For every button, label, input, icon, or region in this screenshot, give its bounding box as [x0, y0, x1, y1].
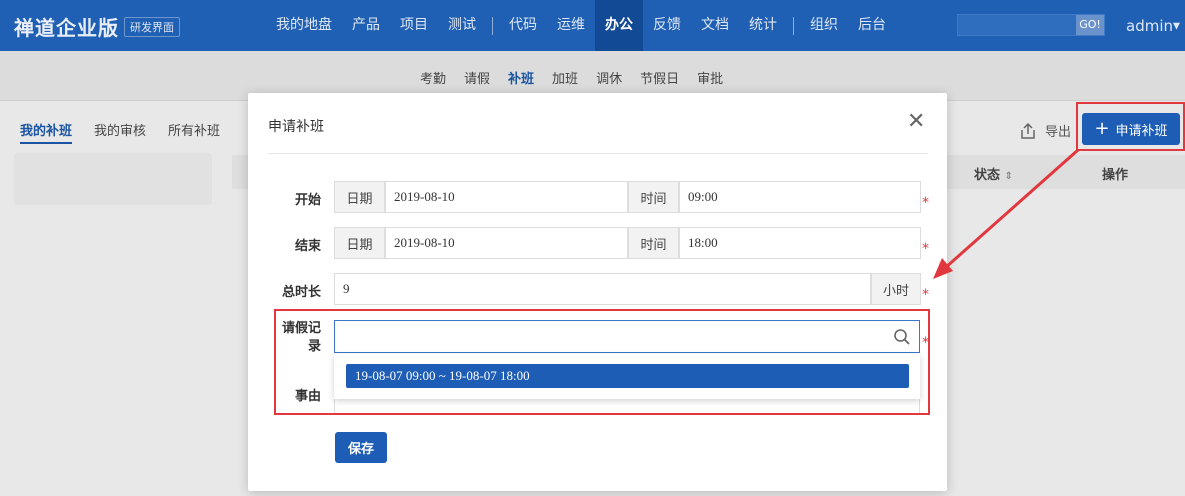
start-time-input[interactable]: 09:00: [679, 181, 921, 213]
status-column-header[interactable]: 状态 ⇕: [974, 164, 1013, 183]
user-name: admin: [1126, 17, 1173, 35]
subnav-item-approval[interactable]: 审批: [697, 68, 723, 87]
nav-item-project[interactable]: 项目: [390, 0, 438, 51]
top-navbar: 禅道企业版 研发界面 我的地盘 产品 项目 测试 代码 运维 办公 反馈 文档 …: [0, 0, 1185, 51]
nav-item-org[interactable]: 组织: [800, 0, 848, 51]
nav-item-product[interactable]: 产品: [342, 0, 390, 51]
tab-my-review[interactable]: 我的审核: [94, 120, 146, 144]
chevron-down-icon: ▼: [1173, 21, 1180, 32]
ops-column-header: 操作: [1102, 168, 1129, 183]
end-date-addon: 日期: [334, 227, 385, 259]
nav-item-admin[interactable]: 后台: [848, 0, 896, 51]
brand-logo[interactable]: 禅道企业版: [14, 12, 119, 41]
subnav-item-attendance[interactable]: 考勤: [420, 68, 446, 87]
end-date-input[interactable]: 2019-08-10: [385, 227, 628, 259]
start-time-addon: 时间: [628, 181, 679, 213]
status-header-label: 状态: [974, 168, 1001, 183]
annotation-highlight-box: [1076, 102, 1185, 151]
nav-item-stats[interactable]: 统计: [739, 0, 787, 51]
page-tabs: 我的补班 我的审核 所有补班: [20, 120, 220, 144]
duration-label: 总时长: [281, 285, 321, 300]
sort-icon: ⇕: [1004, 171, 1013, 182]
nav-item-feedback[interactable]: 反馈: [643, 0, 691, 51]
close-icon[interactable]: ✕: [907, 109, 925, 134]
subnav-item-leave[interactable]: 请假: [464, 68, 490, 87]
export-icon: [1021, 122, 1035, 139]
required-mark: *: [922, 287, 929, 303]
nav-item-ops[interactable]: 运维: [547, 0, 595, 51]
start-date-input[interactable]: 2019-08-10: [385, 181, 628, 213]
nav-item-docs[interactable]: 文档: [691, 0, 739, 51]
required-mark: *: [922, 195, 929, 211]
export-label: 导出: [1045, 125, 1072, 140]
nav-item-code[interactable]: 代码: [499, 0, 547, 51]
required-mark: *: [922, 241, 929, 257]
global-search-input[interactable]: GO!: [957, 14, 1105, 36]
end-time-addon: 时间: [628, 227, 679, 259]
subnav-item-makeup[interactable]: 补班: [508, 68, 534, 87]
annotation-highlight-box: [274, 309, 930, 415]
subnav-item-holiday[interactable]: 节假日: [640, 68, 679, 87]
duration-unit-addon: 小时: [871, 273, 921, 305]
nav-item-dashboard[interactable]: 我的地盘: [266, 0, 342, 51]
nav-separator: [492, 16, 493, 35]
export-button[interactable]: 导出: [1018, 121, 1071, 140]
start-date-addon: 日期: [334, 181, 385, 213]
subnav-item-overtime[interactable]: 加班: [552, 68, 578, 87]
brand-badge: 研发界面: [124, 17, 180, 37]
tab-all-makeup[interactable]: 所有补班: [168, 120, 220, 144]
search-go-button[interactable]: GO!: [1076, 15, 1104, 35]
nav-item-office[interactable]: 办公: [595, 0, 643, 51]
end-label: 结束: [294, 239, 321, 254]
user-menu[interactable]: admin▼: [1126, 17, 1180, 35]
dialog-divider: [268, 153, 928, 154]
duration-input[interactable]: 9: [334, 273, 871, 305]
nav-separator: [793, 16, 794, 35]
nav-item-test[interactable]: 测试: [438, 0, 486, 51]
side-panel: [14, 153, 212, 205]
apply-makeup-dialog: 申请补班 ✕ 开始 日期 2019-08-10 时间 09:00 * 结束 日期…: [248, 93, 947, 491]
main-nav: 我的地盘 产品 项目 测试 代码 运维 办公 反馈 文档 统计 组织 后台: [266, 0, 896, 51]
save-button[interactable]: 保存: [335, 432, 387, 463]
end-time-input[interactable]: 18:00: [679, 227, 921, 259]
tab-my-makeup[interactable]: 我的补班: [20, 120, 73, 144]
start-label: 开始: [294, 193, 321, 208]
subnav-item-lieu[interactable]: 调休: [596, 68, 622, 87]
dialog-title: 申请补班: [268, 119, 324, 135]
